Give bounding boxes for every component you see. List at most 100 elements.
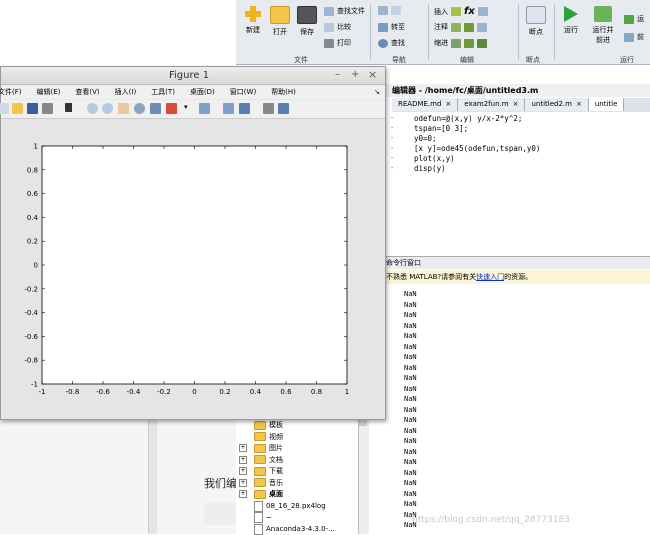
menu-help[interactable]: 帮助(H) <box>271 87 296 97</box>
expand-icon[interactable]: + <box>239 455 247 464</box>
menu-file[interactable]: 文件(F) <box>0 87 22 97</box>
output-line: NaN <box>404 342 417 351</box>
code-line: disp(y) <box>414 164 446 173</box>
pointer-icon[interactable] <box>65 103 80 112</box>
line-marker: - <box>390 114 395 122</box>
comment-label: 注释 <box>434 23 448 31</box>
menu-dock-arrow[interactable]: ↘ <box>374 88 380 96</box>
command-window-output[interactable]: NaN NaN NaN NaN NaN NaN NaN NaN NaN NaN NaN NaN NaN N… <box>384 286 650 534</box>
output-line: NaN <box>404 416 417 424</box>
breakpoints-label: 断点 <box>529 28 543 36</box>
file-list-item[interactable]: + 下载 <box>236 466 283 476</box>
open-folder-icon[interactable] <box>12 103 23 114</box>
expand-icon[interactable]: + <box>239 444 247 452</box>
back-arrow-icon <box>378 6 388 15</box>
separator <box>518 4 519 60</box>
x-tick-label: -0.4 <box>127 388 141 396</box>
run-button[interactable]: 运行 <box>558 6 584 35</box>
file-list-item[interactable]: + 音乐 <box>236 478 283 488</box>
file-list-item[interactable]: + 桌面 <box>236 489 283 499</box>
separator <box>370 4 371 60</box>
menu-tools[interactable]: 工具(T) <box>151 87 175 97</box>
maximize-button[interactable]: + <box>351 69 359 80</box>
x-tick-label: 0 <box>192 388 196 396</box>
menu-insert[interactable]: 插入(I) <box>115 87 137 97</box>
plot-axes[interactable]: -1 -0.8 -0.6 -0.4 -0.2 0 0.2 0.4 0.6 0.8 1 -1 -0.8 -0… <box>1 119 385 419</box>
insert-button[interactable]: 插入 fx <box>434 6 488 17</box>
output-line: NaN <box>404 426 417 435</box>
file-list-item[interactable]: +模板 <box>236 420 283 430</box>
chevron-down-icon[interactable]: ▾ <box>184 103 190 114</box>
run-section-button[interactable]: 运 <box>624 14 644 24</box>
tab-untitled2[interactable]: untitled2.m × <box>525 98 589 111</box>
file-list-item[interactable]: + 文档 <box>236 455 283 465</box>
output-line: NaN <box>404 332 417 340</box>
percent-icon <box>451 22 461 32</box>
separator <box>428 4 429 60</box>
print-button[interactable]: 打印 <box>324 38 351 48</box>
find-button[interactable]: 查找 <box>378 38 405 48</box>
link-plot-icon[interactable] <box>199 103 210 114</box>
close-icon[interactable]: × <box>445 100 451 108</box>
run-advance-button[interactable]: 运行并 前进 <box>588 6 618 45</box>
hide-plot-tools-icon[interactable] <box>263 103 274 114</box>
rotate-icon[interactable] <box>134 103 145 114</box>
new-button[interactable]: 新建 <box>241 6 265 35</box>
expand-icon[interactable]: + <box>239 467 247 475</box>
indent-button[interactable]: 缩进 <box>434 38 487 48</box>
code-editor[interactable]: - odefun=@(x,y) y/x-2*y^2; - tspan=[0 3]… <box>384 112 650 250</box>
file-list-item[interactable]: +08_16_28.px4log <box>236 500 326 512</box>
file-list-item[interactable]: + 图片 <box>236 443 283 453</box>
save-button[interactable]: 保存 <box>295 6 319 37</box>
goto-button[interactable]: 转至 <box>378 22 405 32</box>
tab-untitled3[interactable]: untitle <box>588 98 625 111</box>
command-window-info-bar: 不熟悉 MATLAB?请参阅有关 快速入门 的资源。 <box>384 270 650 284</box>
file-browser-scrollbar[interactable] <box>358 414 369 534</box>
menu-edit[interactable]: 编辑(E) <box>37 87 61 97</box>
zoom-in-icon[interactable] <box>87 103 98 114</box>
open-button[interactable]: 打开 <box>268 6 292 37</box>
zoom-out-icon[interactable] <box>102 103 113 114</box>
figure-canvas[interactable]: -1 -0.8 -0.6 -0.4 -0.2 0 0.2 0.4 0.6 0.8 1 -1 -0.8 -0… <box>1 119 385 419</box>
output-line: NaN <box>404 353 417 361</box>
pan-icon[interactable] <box>118 103 129 114</box>
new-figure-icon[interactable] <box>0 103 9 114</box>
close-icon[interactable]: × <box>576 100 582 108</box>
goto-icon <box>378 22 388 32</box>
compare-button[interactable]: 比较 <box>324 22 351 32</box>
getting-started-link[interactable]: 快速入门 <box>476 272 504 282</box>
menu-window[interactable]: 窗口(W) <box>230 87 256 97</box>
close-icon[interactable]: × <box>513 100 519 108</box>
file-list-item[interactable]: +视频 <box>236 432 283 442</box>
file-list-item[interactable]: +~ <box>236 512 272 523</box>
close-button[interactable]: × <box>368 68 377 81</box>
background-page-input[interactable] <box>204 503 236 525</box>
advance-button[interactable]: 前 <box>624 32 644 42</box>
menu-view[interactable]: 查看(V) <box>75 87 99 97</box>
expand-icon[interactable]: + <box>239 490 247 498</box>
comment-button[interactable]: 注释 <box>434 22 487 32</box>
indent-decrease-icon <box>477 38 487 48</box>
nav-back-forward[interactable] <box>378 6 401 15</box>
breakpoints-button[interactable]: 断点 <box>524 6 548 37</box>
menu-desktop[interactable]: 桌面(D) <box>190 87 215 97</box>
tab-readme[interactable]: README.md × <box>392 98 459 111</box>
figure-title-bar[interactable]: Figure 1 – + × <box>1 67 385 85</box>
tab-exam2fun[interactable]: exam2fun.m × <box>458 98 526 111</box>
file-list-item[interactable]: +Anaconda3-4.3.0-... <box>236 523 335 535</box>
colorbar-icon[interactable] <box>223 103 234 114</box>
brush-icon[interactable] <box>166 103 177 114</box>
goto-label: 转至 <box>391 23 405 31</box>
find-files-button[interactable]: 查找文件 <box>324 6 365 16</box>
background-scrollbar[interactable] <box>148 418 157 534</box>
show-plot-tools-icon[interactable] <box>278 103 289 114</box>
data-cursor-icon[interactable] <box>150 103 161 114</box>
save-icon[interactable] <box>27 103 38 114</box>
info-text: 不熟悉 MATLAB?请参阅有关 <box>386 273 477 281</box>
minimize-button[interactable]: – <box>335 69 340 80</box>
legend-icon[interactable] <box>239 103 250 114</box>
expand-icon[interactable]: + <box>239 478 247 487</box>
x-tick-label: -0.8 <box>66 388 80 396</box>
section-file: 文件 <box>294 56 308 64</box>
print-icon[interactable] <box>42 103 53 114</box>
